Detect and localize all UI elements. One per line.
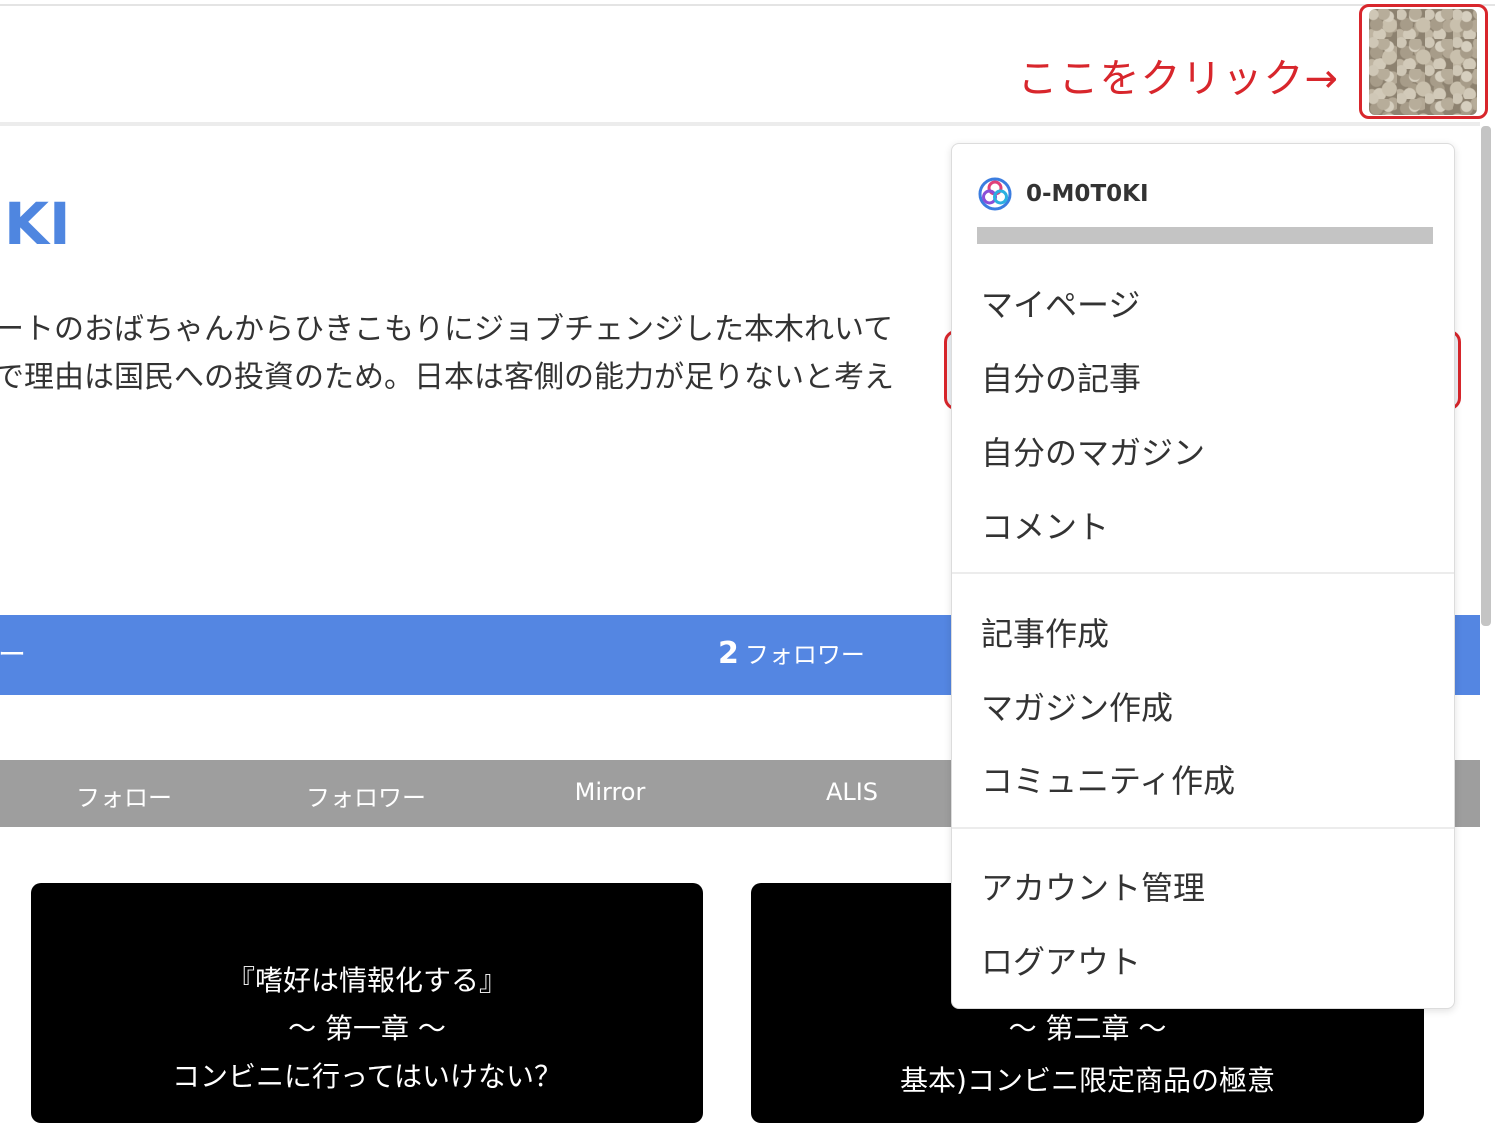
menu-item-account-settings[interactable]: アカウント管理 [981, 863, 1205, 909]
avatar-highlight[interactable] [1359, 4, 1488, 119]
menu-item-my-magazines[interactable]: 自分のマガジン [981, 428, 1205, 474]
menu-item-mypage[interactable]: マイページ [981, 280, 1140, 326]
menu-item-create-community[interactable]: コミュニティ作成 [981, 756, 1235, 802]
article-card-line: 〜 第一章 〜 [288, 1012, 446, 1045]
menu-username: 0-M0T0KI [1026, 181, 1149, 207]
article-card-line: コンビニに行ってはいけない？ [171, 1060, 563, 1093]
tab-follow[interactable]: フォロー [24, 778, 224, 813]
article-card-line: 〜 第二章 〜 [1008, 1012, 1167, 1045]
menu-item-my-articles[interactable]: 自分の記事 [981, 354, 1141, 400]
tab-alis[interactable]: ALIS [752, 778, 952, 806]
menu-item-logout[interactable]: ログアウト [981, 937, 1141, 983]
scrollbar[interactable] [1481, 126, 1491, 626]
menu-divider [952, 572, 1454, 574]
tab-followers[interactable]: フォロワー [266, 778, 466, 813]
following-label[interactable]: ー [0, 633, 26, 673]
menu-user-header: 0-M0T0KI [978, 174, 1149, 214]
profile-bio-line-1: ートのおばちゃんからひきこもりにジョブチェンジした本木れいて [0, 312, 894, 347]
article-card-line: 基本)コンビニ限定商品の極意 [900, 1064, 1275, 1097]
followers-stat[interactable]: 2 フォロワー [718, 635, 865, 671]
followers-count: 2 [718, 636, 739, 671]
header-divider [0, 122, 1480, 126]
article-card[interactable]: 『嗜好は情報化する』 〜 第一章 〜 コンビニに行ってはいけない？ [31, 883, 703, 1123]
menu-item-comments[interactable]: コメント [981, 502, 1109, 548]
profile-bio-line-2: で理由は国民への投資のため。日本は客側の能力が足りないと考え [0, 360, 894, 395]
avatar-button[interactable] [1369, 9, 1477, 115]
alis-logo-icon [978, 177, 1012, 211]
click-here-callout: ここをクリック→ [1017, 56, 1339, 102]
menu-item-create-magazine[interactable]: マガジン作成 [981, 683, 1173, 729]
followers-label: フォロワー [744, 641, 865, 669]
tab-mirror[interactable]: Mirror [510, 778, 710, 806]
menu-divider [952, 827, 1454, 829]
menu-token-bar [977, 227, 1433, 244]
profile-name: KI [4, 190, 71, 258]
user-dropdown-menu: 0-M0T0KI マイページ 自分の記事 自分のマガジン コメント 記事作成 マ… [951, 143, 1455, 1009]
article-card-line: 『嗜好は情報化する』 [226, 964, 507, 997]
menu-item-create-article[interactable]: 記事作成 [981, 609, 1109, 655]
